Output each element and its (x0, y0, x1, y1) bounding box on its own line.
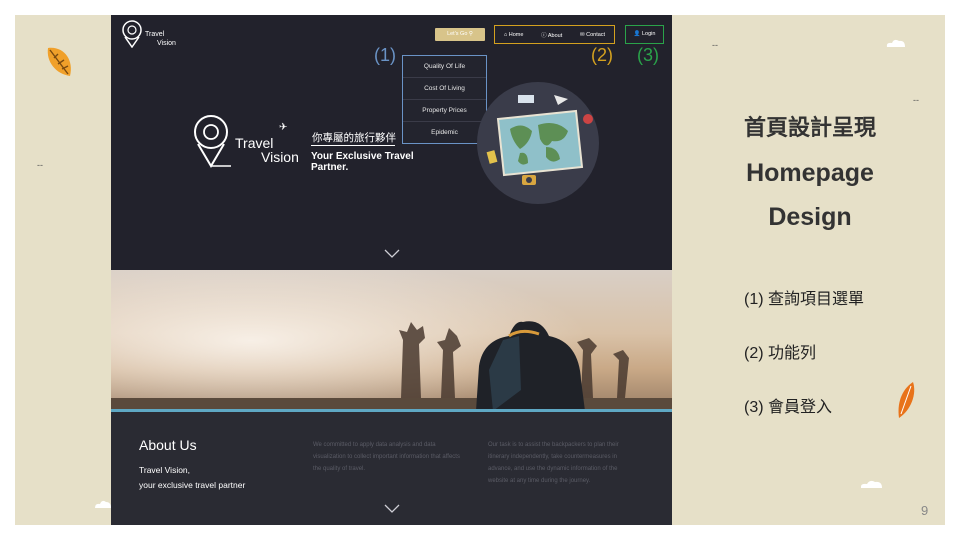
search-icon: ⚲ (468, 31, 473, 37)
dash-mark: -‐ (913, 95, 919, 105)
slide-title-english-1: Homepage (746, 159, 874, 187)
slide-item-3: (3) 會員登入 (744, 399, 833, 416)
slide-title-chinese: 首頁設計呈現 (743, 115, 876, 140)
dropdown-item-cost-of-living[interactable]: Cost Of Living (403, 78, 486, 100)
nav-home-label: Home (508, 31, 524, 38)
lets-go-label: Let's Go (447, 31, 468, 37)
info-icon: ⓘ (541, 32, 547, 39)
user-icon: 👤 (633, 31, 641, 37)
slogan-chinese: 你專屬的旅行夥伴 (312, 132, 396, 144)
airplane-icon: ✈ (279, 122, 288, 133)
about-subtitle: Travel Vision, your exclusive travel par… (139, 463, 279, 493)
mail-icon: ✉ (579, 31, 585, 38)
logo-text-line2: Vision (157, 40, 176, 47)
chevron-down-icon[interactable] (384, 504, 400, 514)
slide-title: 首頁設計呈現 Homepage Design (700, 110, 920, 232)
about-title: About Us (139, 437, 197, 453)
chevron-down-icon[interactable] (384, 249, 400, 259)
annotation-3: (3) (637, 45, 659, 65)
slide-item-2: (2) 功能列 (744, 345, 817, 362)
cloud-icon (95, 500, 111, 508)
website-screenshot: Travel Vision Let's Go ⚲ ⌂ Home ⓘ About … (111, 15, 672, 525)
annotation-1: (1) (374, 45, 396, 65)
orange-leaf-icon (898, 382, 915, 418)
nav-bar: ⌂ Home ⓘ About ✉ Contact (494, 25, 615, 44)
hero-photo-backpacker (111, 270, 672, 411)
photo-silhouette (111, 270, 672, 411)
orange-leaf-icon (47, 47, 71, 76)
slide-item-1: (1) 查詢項目選單 (744, 291, 865, 308)
world-map-illustration (477, 82, 599, 204)
lets-go-button[interactable]: Let's Go ⚲ (435, 28, 485, 41)
about-subtitle-line2: your exclusive travel partner (139, 480, 246, 490)
login-label: Login (641, 31, 656, 37)
nav-home[interactable]: ⌂ Home (504, 32, 524, 38)
nav-about-label: About (547, 32, 563, 39)
logo-text-line1: Travel (145, 31, 165, 38)
page-number: 9 (921, 503, 929, 518)
dash-mark: -‐ (712, 40, 718, 50)
dropdown-item-quality-of-life[interactable]: Quality Of Life (403, 56, 486, 78)
slide-title-english-2: Design (768, 203, 852, 231)
home-icon: ⌂ (503, 31, 508, 38)
about-section: About Us Travel Vision, your exclusive t… (111, 412, 672, 525)
hero-section: Travel Vision Let's Go ⚲ ⌂ Home ⓘ About … (111, 15, 672, 270)
nav-contact-label: Contact (586, 31, 606, 38)
annotation-2: (2) (591, 45, 613, 65)
login-button[interactable]: 👤 Login (625, 25, 664, 44)
about-column-2: Our task is to assist the backpackers to… (488, 442, 619, 484)
hero-logo: ✈ Travel Vision 你專屬的旅行夥伴 Your Exclusive … (191, 114, 431, 174)
about-column-1: We committed to apply data analysis and … (313, 442, 460, 472)
nav-about[interactable]: ⓘ About (541, 31, 562, 39)
hero-logo-line2: Vision (261, 149, 299, 165)
site-logo[interactable]: Travel Vision (121, 20, 193, 50)
location-pin-icon (194, 115, 231, 168)
nav-contact[interactable]: ✉ Contact (580, 32, 605, 38)
location-pin-icon (122, 20, 142, 48)
cloud-icon (886, 39, 905, 47)
about-subtitle-line1: Travel Vision, (139, 465, 191, 475)
slogan-divider (311, 145, 395, 146)
cloud-icon (860, 480, 882, 488)
dash-mark: -‐ (37, 160, 43, 170)
slogan-english: Your Exclusive Travel Partner. (311, 151, 414, 173)
